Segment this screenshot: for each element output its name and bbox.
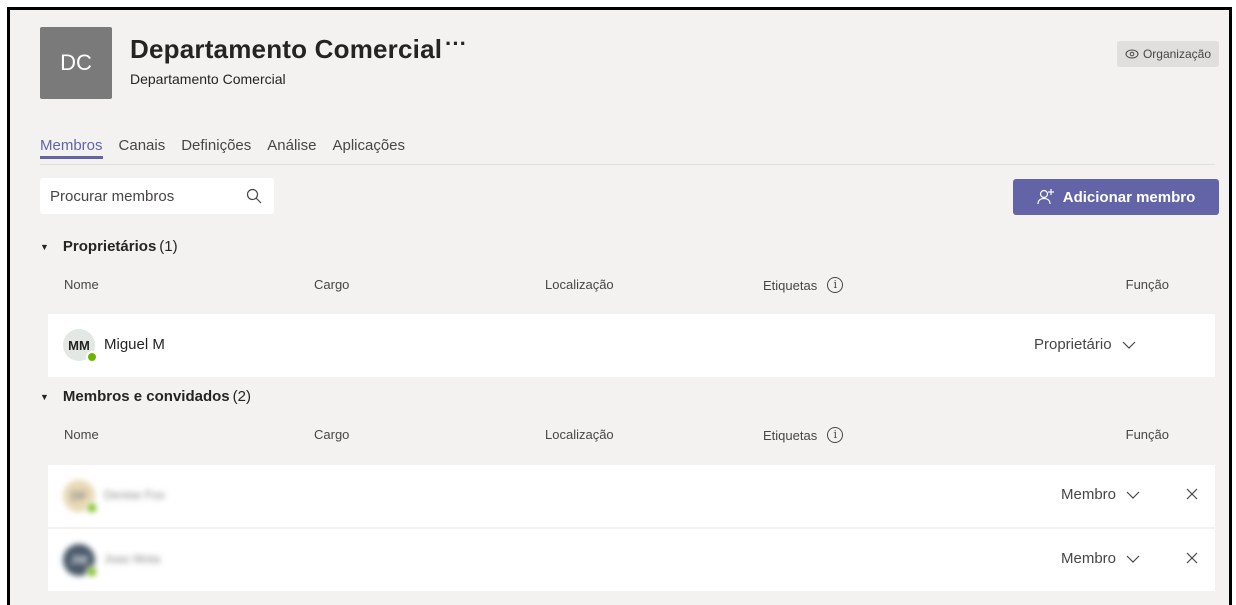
tab-canais[interactable]: Canais [119, 137, 166, 159]
col-name: Nome [64, 277, 99, 292]
add-member-button[interactable]: Adicionar membro [1013, 179, 1219, 215]
eye-icon [1125, 49, 1139, 59]
table-row[interactable]: MM Miguel M Proprietário [48, 314, 1215, 377]
chevron-down-icon [1126, 491, 1140, 499]
members-section-header[interactable]: ▼ Membros e convidados (2) [40, 388, 251, 405]
role-dropdown[interactable]: Proprietário [1034, 336, 1136, 353]
col-tags: Etiquetas i [763, 427, 844, 443]
search-icon[interactable] [246, 188, 262, 204]
tab-analise[interactable]: Análise [267, 137, 316, 159]
col-tags-label: Etiquetas [763, 427, 818, 443]
owners-section-header[interactable]: ▼ Proprietários (1) [40, 238, 178, 255]
owners-title: Proprietários [62, 238, 157, 255]
collapse-caret-icon[interactable]: ▼ [40, 242, 49, 252]
col-cargo: Cargo [314, 427, 350, 442]
role-label: Membro [1061, 486, 1117, 503]
col-function: Função [1125, 427, 1169, 442]
avatar[interactable]: JW [63, 544, 98, 578]
owners-count: (1) [159, 238, 178, 255]
close-icon [1186, 552, 1198, 564]
info-icon[interactable]: i [827, 427, 844, 443]
col-function: Função [1125, 277, 1169, 292]
role-label: Proprietário [1034, 336, 1112, 353]
info-icon[interactable]: i [827, 277, 844, 293]
presence-available-icon [86, 351, 98, 363]
team-title: Departamento Comercial [130, 34, 443, 64]
col-location: Localização [545, 427, 614, 442]
chevron-down-icon [1122, 341, 1135, 349]
members-count: (2) [232, 388, 251, 405]
teams-window: DC Departamento Comercial ··· Departamen… [7, 7, 1232, 605]
add-member-label: Adicionar membro [1062, 188, 1196, 206]
role-dropdown[interactable]: Membro [1061, 550, 1140, 567]
member-name: Miguel M [104, 336, 165, 353]
avatar-initials: DF [71, 489, 87, 503]
col-tags-label: Etiquetas [763, 277, 818, 293]
table-row[interactable]: DF Denise Fox Membro [48, 465, 1215, 527]
tab-definicoes[interactable]: Definições [181, 137, 251, 159]
collapse-caret-icon[interactable]: ▼ [40, 392, 49, 402]
avatar[interactable]: MM [63, 329, 98, 363]
close-icon [1186, 488, 1198, 500]
col-name: Nome [64, 427, 99, 442]
avatar-initials: JW [70, 553, 88, 567]
add-person-icon [1037, 189, 1054, 205]
role-label: Membro [1061, 550, 1117, 567]
search-box[interactable] [40, 178, 274, 214]
team-avatar: DC [40, 27, 112, 99]
tab-aplicacoes[interactable]: Aplicações [332, 137, 405, 159]
col-cargo: Cargo [314, 277, 350, 292]
col-tags: Etiquetas i [763, 277, 844, 293]
presence-available-icon [86, 566, 98, 578]
col-location: Localização [545, 277, 614, 292]
table-row[interactable]: JW Joao Mota Membro [48, 529, 1215, 591]
member-name: Denise Fox [104, 488, 165, 502]
avatar[interactable]: DF [63, 480, 98, 514]
remove-member-button[interactable] [1186, 548, 1198, 569]
more-options-icon[interactable]: ··· [445, 31, 467, 57]
search-input[interactable] [50, 187, 240, 205]
remove-member-button[interactable] [1186, 484, 1198, 505]
avatar-initials: MM [68, 337, 90, 353]
members-title: Membros e convidados [62, 388, 230, 405]
presence-available-icon [86, 502, 98, 514]
member-name: Joao Mota [104, 552, 161, 566]
tab-bar: Membros Canais Definições Análise Aplica… [40, 137, 421, 159]
org-badge-label: Organização [1142, 47, 1211, 61]
tabs-divider [40, 164, 1215, 165]
role-dropdown[interactable]: Membro [1061, 486, 1140, 503]
chevron-down-icon [1126, 555, 1140, 563]
team-subtitle: Departamento Comercial [130, 71, 286, 87]
org-badge[interactable]: Organização [1116, 41, 1219, 67]
tab-membros[interactable]: Membros [40, 137, 103, 159]
